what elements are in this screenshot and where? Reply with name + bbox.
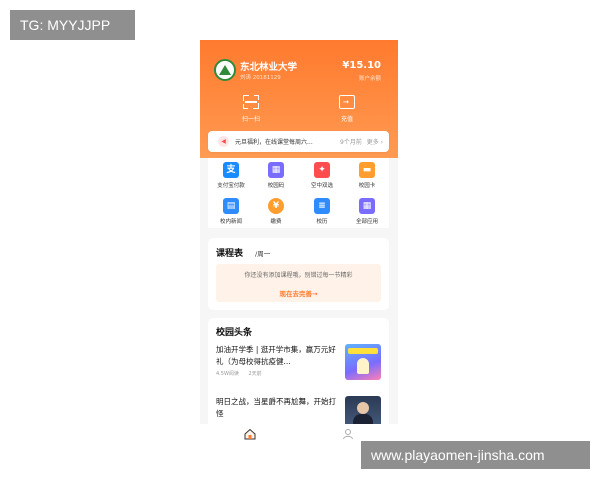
course-day[interactable]: /周一 (255, 248, 270, 258)
course-empty-text: 你还没有添加课程哦，别错过每一节精彩 (244, 272, 353, 279)
service-label: 校内新闻 (219, 219, 242, 225)
scan-icon (243, 95, 259, 109)
calendar-icon: ≡ (314, 198, 330, 214)
recharge-label: 充值 (340, 116, 353, 123)
apps-icon: ▦ (359, 198, 375, 214)
service-payment[interactable]: ¥ 缴费 (256, 198, 296, 225)
scan-label: 扫一扫 (241, 116, 260, 123)
news-title: 明日之战，当星爵不再尬舞，开始打怪 (216, 397, 336, 418)
service-calendar[interactable]: ≡ 校历 (302, 198, 342, 225)
handshake-icon: ✦ (314, 162, 330, 178)
home-icon[interactable] (244, 428, 256, 440)
complete-course-link[interactable]: 现在去完善→ (216, 288, 381, 298)
service-label: 校园码 (267, 183, 285, 189)
service-campus-news[interactable]: ▤ 校内新闻 (211, 198, 251, 225)
news-time: 2天前 (248, 371, 262, 377)
notice-bar[interactable]: ◀ 元旦福利，在线课堂每周六... 9个月前 更多 › (208, 131, 389, 152)
recharge-button[interactable]: → 充值 (332, 95, 362, 123)
service-label: 全部应用 (355, 219, 378, 225)
balance-amount[interactable]: ¥15.10 (342, 60, 381, 71)
coin-icon: ¥ (268, 198, 284, 214)
news-views: 4.5W阅读 (216, 371, 239, 377)
phone-screen: 东北林业大学 刘涛 20181129 ¥15.10 账户余额 扫一扫 → 充值 … (200, 40, 398, 444)
university-name: 东北林业大学 (240, 62, 298, 73)
university-logo (214, 59, 236, 81)
service-alipay[interactable]: 支 支付宝付款 (211, 162, 251, 189)
service-grid: 支 支付宝付款 ▦ 校园码 ✦ 空中双选 ▬ 校园卡 ▤ 校内新闻 ¥ 缴费 ≡… (208, 158, 389, 228)
screenshot-canvas: TG: MYYJJPP 东北林业大学 刘涛 20181129 ¥15.10 账户… (0, 0, 600, 480)
recharge-icon: → (339, 95, 355, 109)
service-label: 校历 (316, 219, 328, 225)
qr-code-icon: ▦ (268, 162, 284, 178)
course-title: 课程表 (216, 249, 244, 259)
service-job-fair[interactable]: ✦ 空中双选 (302, 162, 342, 189)
service-campus-card[interactable]: ▬ 校园卡 (347, 162, 387, 189)
service-label: 缴费 (270, 219, 282, 225)
course-empty-box: 你还没有添加课程哦，别错过每一节精彩 现在去完善→ (216, 264, 381, 302)
alipay-icon: 支 (223, 162, 239, 178)
card-icon: ▬ (359, 162, 375, 178)
course-schedule-card: 课程表 /周一 你还没有添加课程哦，别错过每一节精彩 现在去完善→ (208, 238, 389, 310)
balance-label: 账户余额 (358, 76, 381, 82)
service-label: 空中双选 (310, 183, 333, 189)
notice-time: 9个月前 (340, 139, 362, 146)
news-title: 加油开学季 | 逛开学市集，赢万元好礼（为母校得抗疫健... (216, 345, 336, 366)
book-icon: ▤ (223, 198, 239, 214)
news-item[interactable]: 明日之战，当星爵不再尬舞，开始打怪 (216, 396, 381, 432)
news-item[interactable]: 加油开学季 | 逛开学市集，赢万元好礼（为母校得抗疫健... 4.5W阅读 2天… (216, 344, 381, 380)
megaphone-icon: ◀ (218, 136, 229, 147)
watermark-bottom: www.playaomen-jinsha.com (361, 441, 590, 469)
news-thumbnail (345, 344, 381, 380)
service-label: 校园卡 (358, 183, 376, 189)
scan-button[interactable]: 扫一扫 (236, 95, 266, 123)
profile-icon[interactable] (342, 428, 354, 440)
notice-text[interactable]: 元旦福利，在线课堂每周六... (235, 137, 313, 146)
service-all-apps[interactable]: ▦ 全部应用 (347, 198, 387, 225)
notice-more-link[interactable]: 更多 › (367, 137, 383, 146)
watermark-top: TG: MYYJJPP (10, 10, 135, 40)
student-id: 刘涛 20181129 (240, 75, 281, 81)
service-campus-code[interactable]: ▦ 校园码 (256, 162, 296, 189)
service-label: 支付宝付款 (217, 183, 245, 189)
news-heading: 校园头条 (216, 328, 253, 338)
